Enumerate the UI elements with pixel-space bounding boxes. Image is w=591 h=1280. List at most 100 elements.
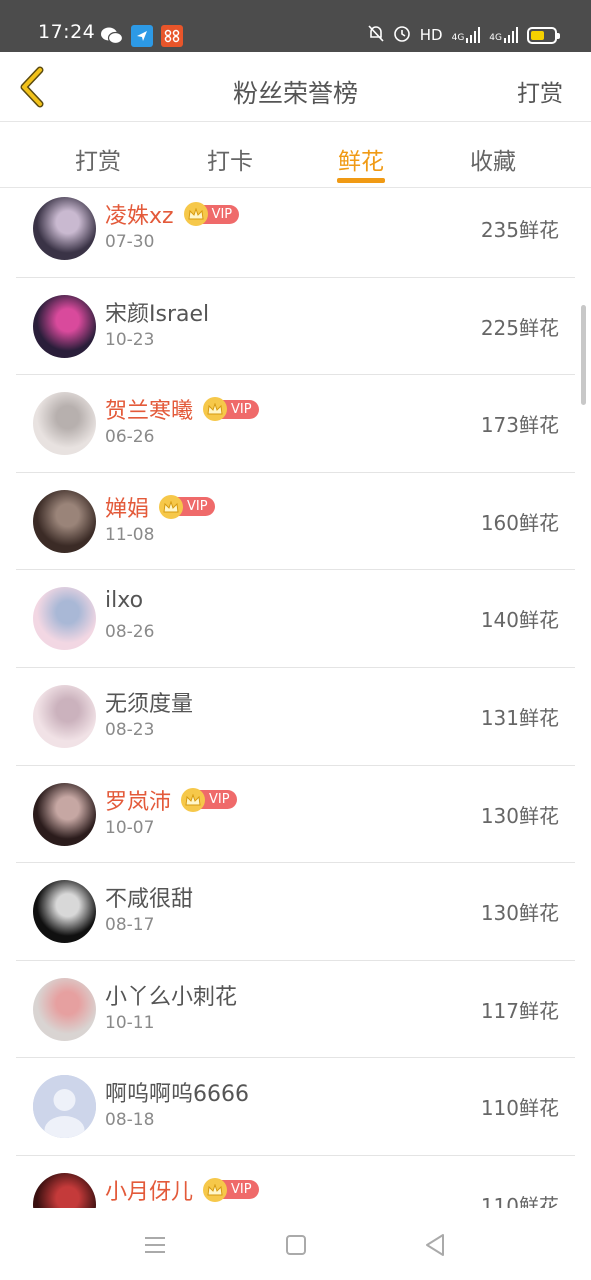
crown-icon: [159, 494, 184, 519]
fan-name: 不咸很甜: [105, 881, 193, 913]
fan-name-text: 小丫么小刺花: [105, 984, 238, 1010]
network-type-label-2: 4G: [489, 33, 502, 43]
status-bar: 17:24 HD 4G 4G: [0, 0, 591, 52]
flower-count: 140鲜花: [480, 608, 559, 633]
flower-count: 235鲜花: [480, 218, 559, 242]
fan-date: 10-11: [105, 1012, 155, 1033]
fan-name: 贺兰寒曦 VIP: [105, 393, 259, 425]
avatar[interactable]: [33, 587, 96, 651]
vip-badge: VIP: [203, 397, 259, 422]
crown-icon: [203, 1177, 228, 1202]
fan-name: 小丫么小刺花: [105, 979, 237, 1011]
flower-count: 131鲜花: [480, 705, 559, 730]
home-button[interactable]: [283, 1232, 309, 1258]
fan-date: 11-08: [105, 524, 155, 545]
fan-name-text: ilxo: [105, 588, 144, 614]
fan-name: 小月伢儿 VIP: [105, 1174, 259, 1206]
active-tab-indicator: [337, 178, 385, 183]
fan-date: 08-26: [105, 622, 155, 643]
title-bar: 粉丝荣誉榜 打赏: [0, 52, 591, 122]
fan-date: 10-07: [105, 817, 155, 838]
fan-date: 08-17: [105, 915, 155, 936]
alarm-icon: [393, 24, 411, 46]
fan-list[interactable]: 凌姝xz VIP 07-30 235鲜花宋颜Israel 10-23 225鲜花贺兰寒曦 V…: [0, 188, 591, 1208]
avatar[interactable]: [33, 489, 96, 553]
avatar[interactable]: [33, 1172, 96, 1208]
vip-badge: VIP: [203, 1177, 259, 1202]
avatar[interactable]: [33, 1075, 96, 1139]
fan-name-text: 宋颜Israel: [105, 301, 210, 327]
avatar[interactable]: [33, 880, 96, 944]
avatar[interactable]: [33, 684, 96, 748]
flower-count: 130鲜花: [480, 901, 559, 926]
tab-tip[interactable]: 打赏: [53, 142, 143, 176]
fan-date: 08-18: [105, 1110, 155, 1131]
fan-date: 06-26: [105, 427, 155, 448]
flower-count: 173鲜花: [480, 413, 559, 438]
fan-name: ilxo: [105, 588, 143, 613]
status-time: 17:24: [38, 21, 96, 43]
fan-name-text: 无须度量: [105, 691, 194, 717]
avatar[interactable]: [33, 977, 96, 1041]
avatar[interactable]: [33, 392, 96, 456]
fan-name-text: 罗岚沛: [105, 789, 172, 815]
fan-name: 罗岚沛 VIP: [105, 784, 237, 816]
avatar[interactable]: [33, 782, 96, 846]
fan-name-text: 不咸很甜: [105, 887, 194, 913]
flower-count: 225鲜花: [480, 315, 559, 340]
home-square-icon: [286, 1235, 306, 1255]
avatar[interactable]: [33, 197, 96, 260]
fan-row[interactable]: 婵娟 VIP 11-08 160鲜花: [16, 473, 575, 571]
tab-flowers[interactable]: 鲜花: [316, 142, 406, 176]
fan-row[interactable]: 啊呜啊呜6666 08-18 110鲜花: [16, 1058, 575, 1156]
hd-label: HD: [419, 26, 443, 44]
tab-favorites[interactable]: 收藏: [448, 142, 538, 176]
fan-row[interactable]: 宋颜Israel 10-23 225鲜花: [16, 278, 575, 376]
fan-date: 07-30: [105, 232, 155, 252]
fan-name: 无须度量: [105, 686, 193, 718]
flower-count: 117鲜花: [480, 998, 559, 1023]
flower-count: 110鲜花: [480, 1096, 559, 1121]
fan-name-text: 啊呜啊呜6666: [105, 1082, 249, 1108]
fan-row[interactable]: 小月伢儿 VIP 110鲜花: [16, 1156, 575, 1208]
back-triangle-icon: [426, 1234, 444, 1256]
system-nav-bar: [0, 1208, 591, 1280]
crown-icon: [183, 202, 208, 226]
default-avatar-icon: [33, 1075, 96, 1139]
tab-checkin[interactable]: 打卡: [185, 142, 275, 176]
fan-row[interactable]: 不咸很甜 08-17 130鲜花: [16, 863, 575, 961]
taobao-icon: [161, 25, 183, 47]
fan-name: 婵娟 VIP: [105, 491, 215, 523]
fan-name-text: 贺兰寒曦: [105, 399, 194, 425]
flower-count: 160鲜花: [480, 510, 559, 535]
network-type-label: 4G: [451, 33, 465, 43]
fan-row[interactable]: 罗岚沛 VIP 10-07 130鲜花: [16, 766, 575, 864]
menu-button[interactable]: [142, 1232, 168, 1258]
status-indicators: HD 4G 4G: [368, 24, 560, 46]
fan-name: 凌姝xz VIP: [105, 198, 240, 230]
fan-row[interactable]: ilxo 08-26 140鲜花: [16, 570, 575, 668]
notification-icons: [101, 25, 183, 47]
fan-name: 宋颜Israel: [105, 296, 209, 328]
vip-badge: VIP: [181, 787, 237, 812]
fan-name: 啊呜啊呜6666: [105, 1076, 249, 1108]
app-notification-icon: [131, 25, 153, 47]
fan-date: 08-23: [105, 719, 155, 740]
fan-date: 10-23: [105, 329, 155, 350]
vip-badge: VIP: [159, 494, 215, 519]
fan-name-text: 凌姝xz: [105, 204, 174, 229]
fan-row[interactable]: 小丫么小刺花 10-11 117鲜花: [16, 961, 575, 1059]
avatar[interactable]: [33, 294, 96, 358]
fan-row[interactable]: 凌姝xz VIP 07-30 235鲜花: [16, 188, 575, 278]
mute-bell-icon: [368, 24, 384, 46]
tip-button[interactable]: 打赏: [517, 74, 563, 108]
fan-name-text: 小月伢儿: [105, 1179, 194, 1205]
fan-row[interactable]: 贺兰寒曦 VIP 06-26 173鲜花: [16, 375, 575, 473]
page-title: 粉丝荣誉榜: [232, 79, 358, 108]
menu-icon: [145, 1237, 165, 1253]
back-nav-button[interactable]: [422, 1232, 448, 1258]
fan-row[interactable]: 无须度量 08-23 131鲜花: [16, 668, 575, 766]
vip-badge: VIP: [183, 202, 240, 226]
scrollbar[interactable]: [581, 305, 586, 405]
flower-count: 110鲜花: [480, 1193, 559, 1208]
